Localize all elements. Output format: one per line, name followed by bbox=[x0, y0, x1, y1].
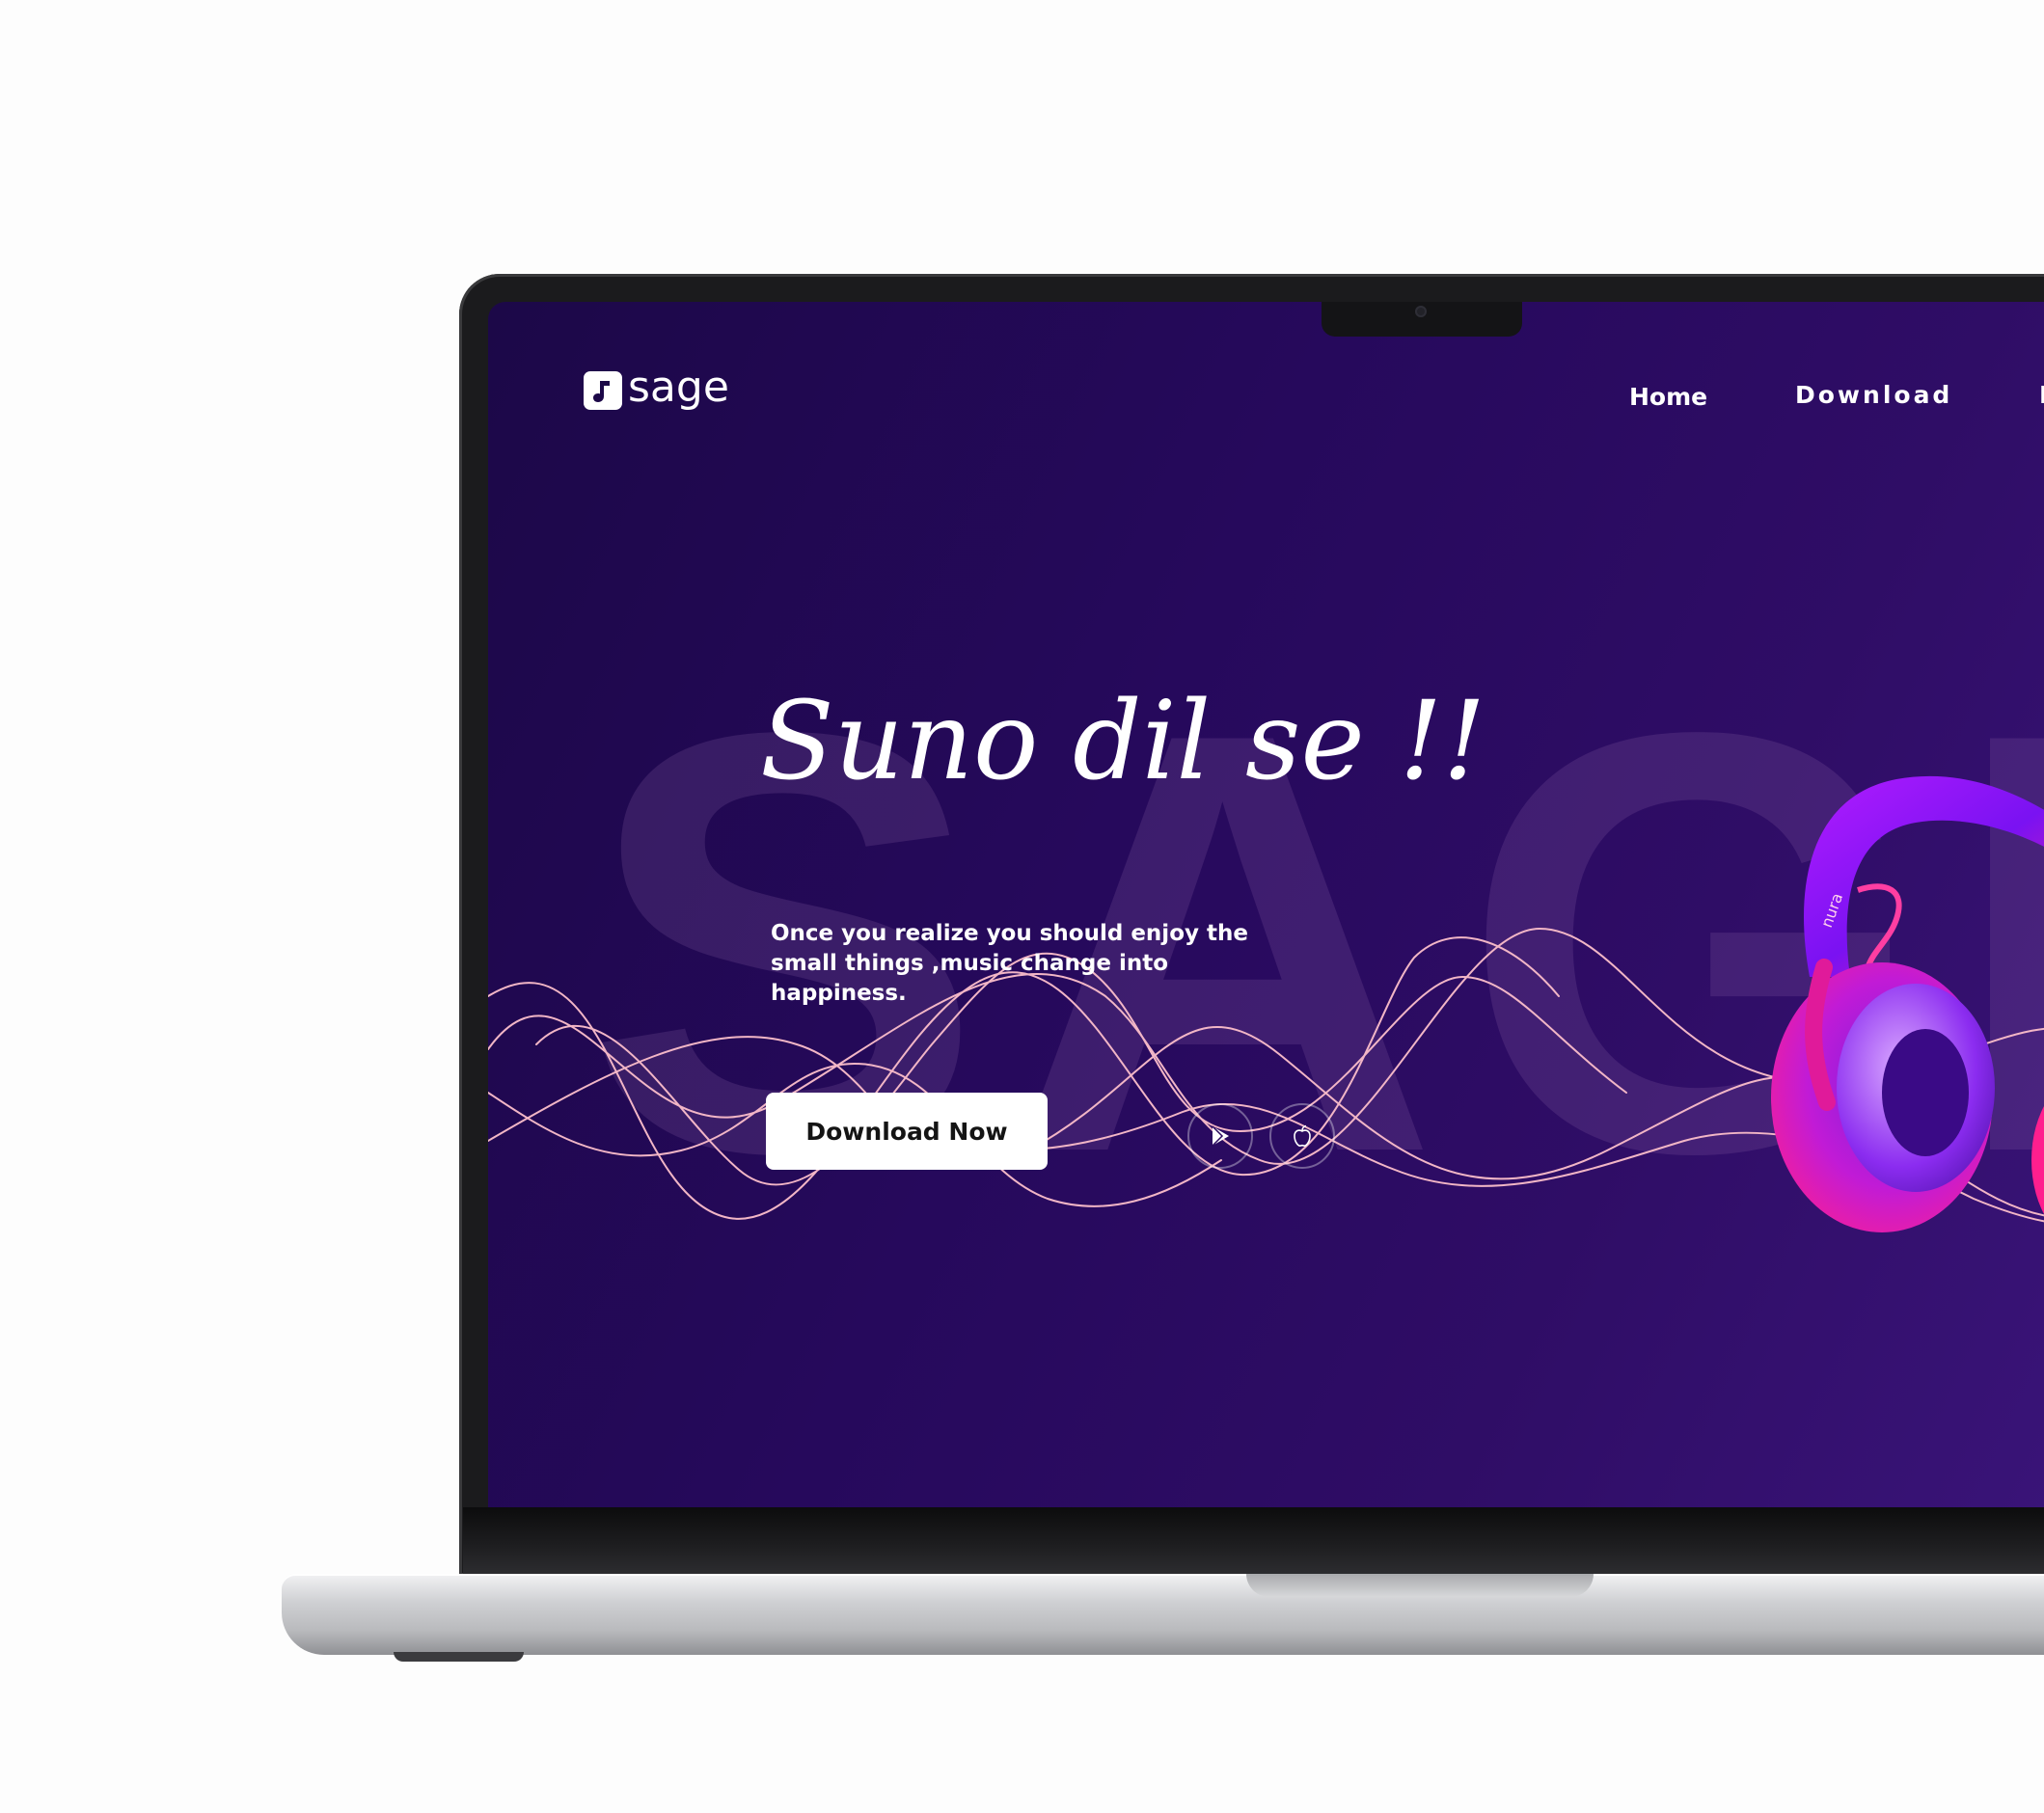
nav-item-cut-off[interactable]: I bbox=[2039, 381, 2044, 409]
laptop-base bbox=[282, 1574, 2044, 1655]
mockup-stage: SAGE bbox=[0, 0, 2044, 1813]
headphones-image: nura bbox=[1771, 775, 2044, 1232]
laptop-base-notch bbox=[1246, 1574, 1594, 1597]
app-store-button[interactable] bbox=[1269, 1103, 1335, 1169]
hero-subtitle-line-1: Once you realize you should enjoy the bbox=[771, 921, 1248, 946]
hero-title: Suno dil se !! bbox=[760, 679, 1486, 804]
hero-subtitle-line-2: small things ,music change into happines… bbox=[771, 951, 1169, 1006]
camera-icon bbox=[1415, 306, 1427, 317]
nav-download[interactable]: Download bbox=[1795, 381, 1952, 409]
apple-icon bbox=[1294, 1124, 1311, 1147]
nav-home[interactable]: Home bbox=[1629, 383, 1707, 411]
google-play-button[interactable] bbox=[1187, 1103, 1253, 1169]
download-now-button[interactable]: Download Now bbox=[766, 1093, 1048, 1170]
top-navigation: Home Download I bbox=[488, 379, 2044, 418]
google-play-icon bbox=[1212, 1125, 1229, 1147]
laptop-foot bbox=[394, 1652, 524, 1662]
laptop-bottom-bezel bbox=[463, 1507, 2044, 1575]
laptop-screen: SAGE bbox=[488, 302, 2044, 1507]
hero-subtitle: Once you realize you should enjoy the sm… bbox=[771, 919, 1311, 1009]
